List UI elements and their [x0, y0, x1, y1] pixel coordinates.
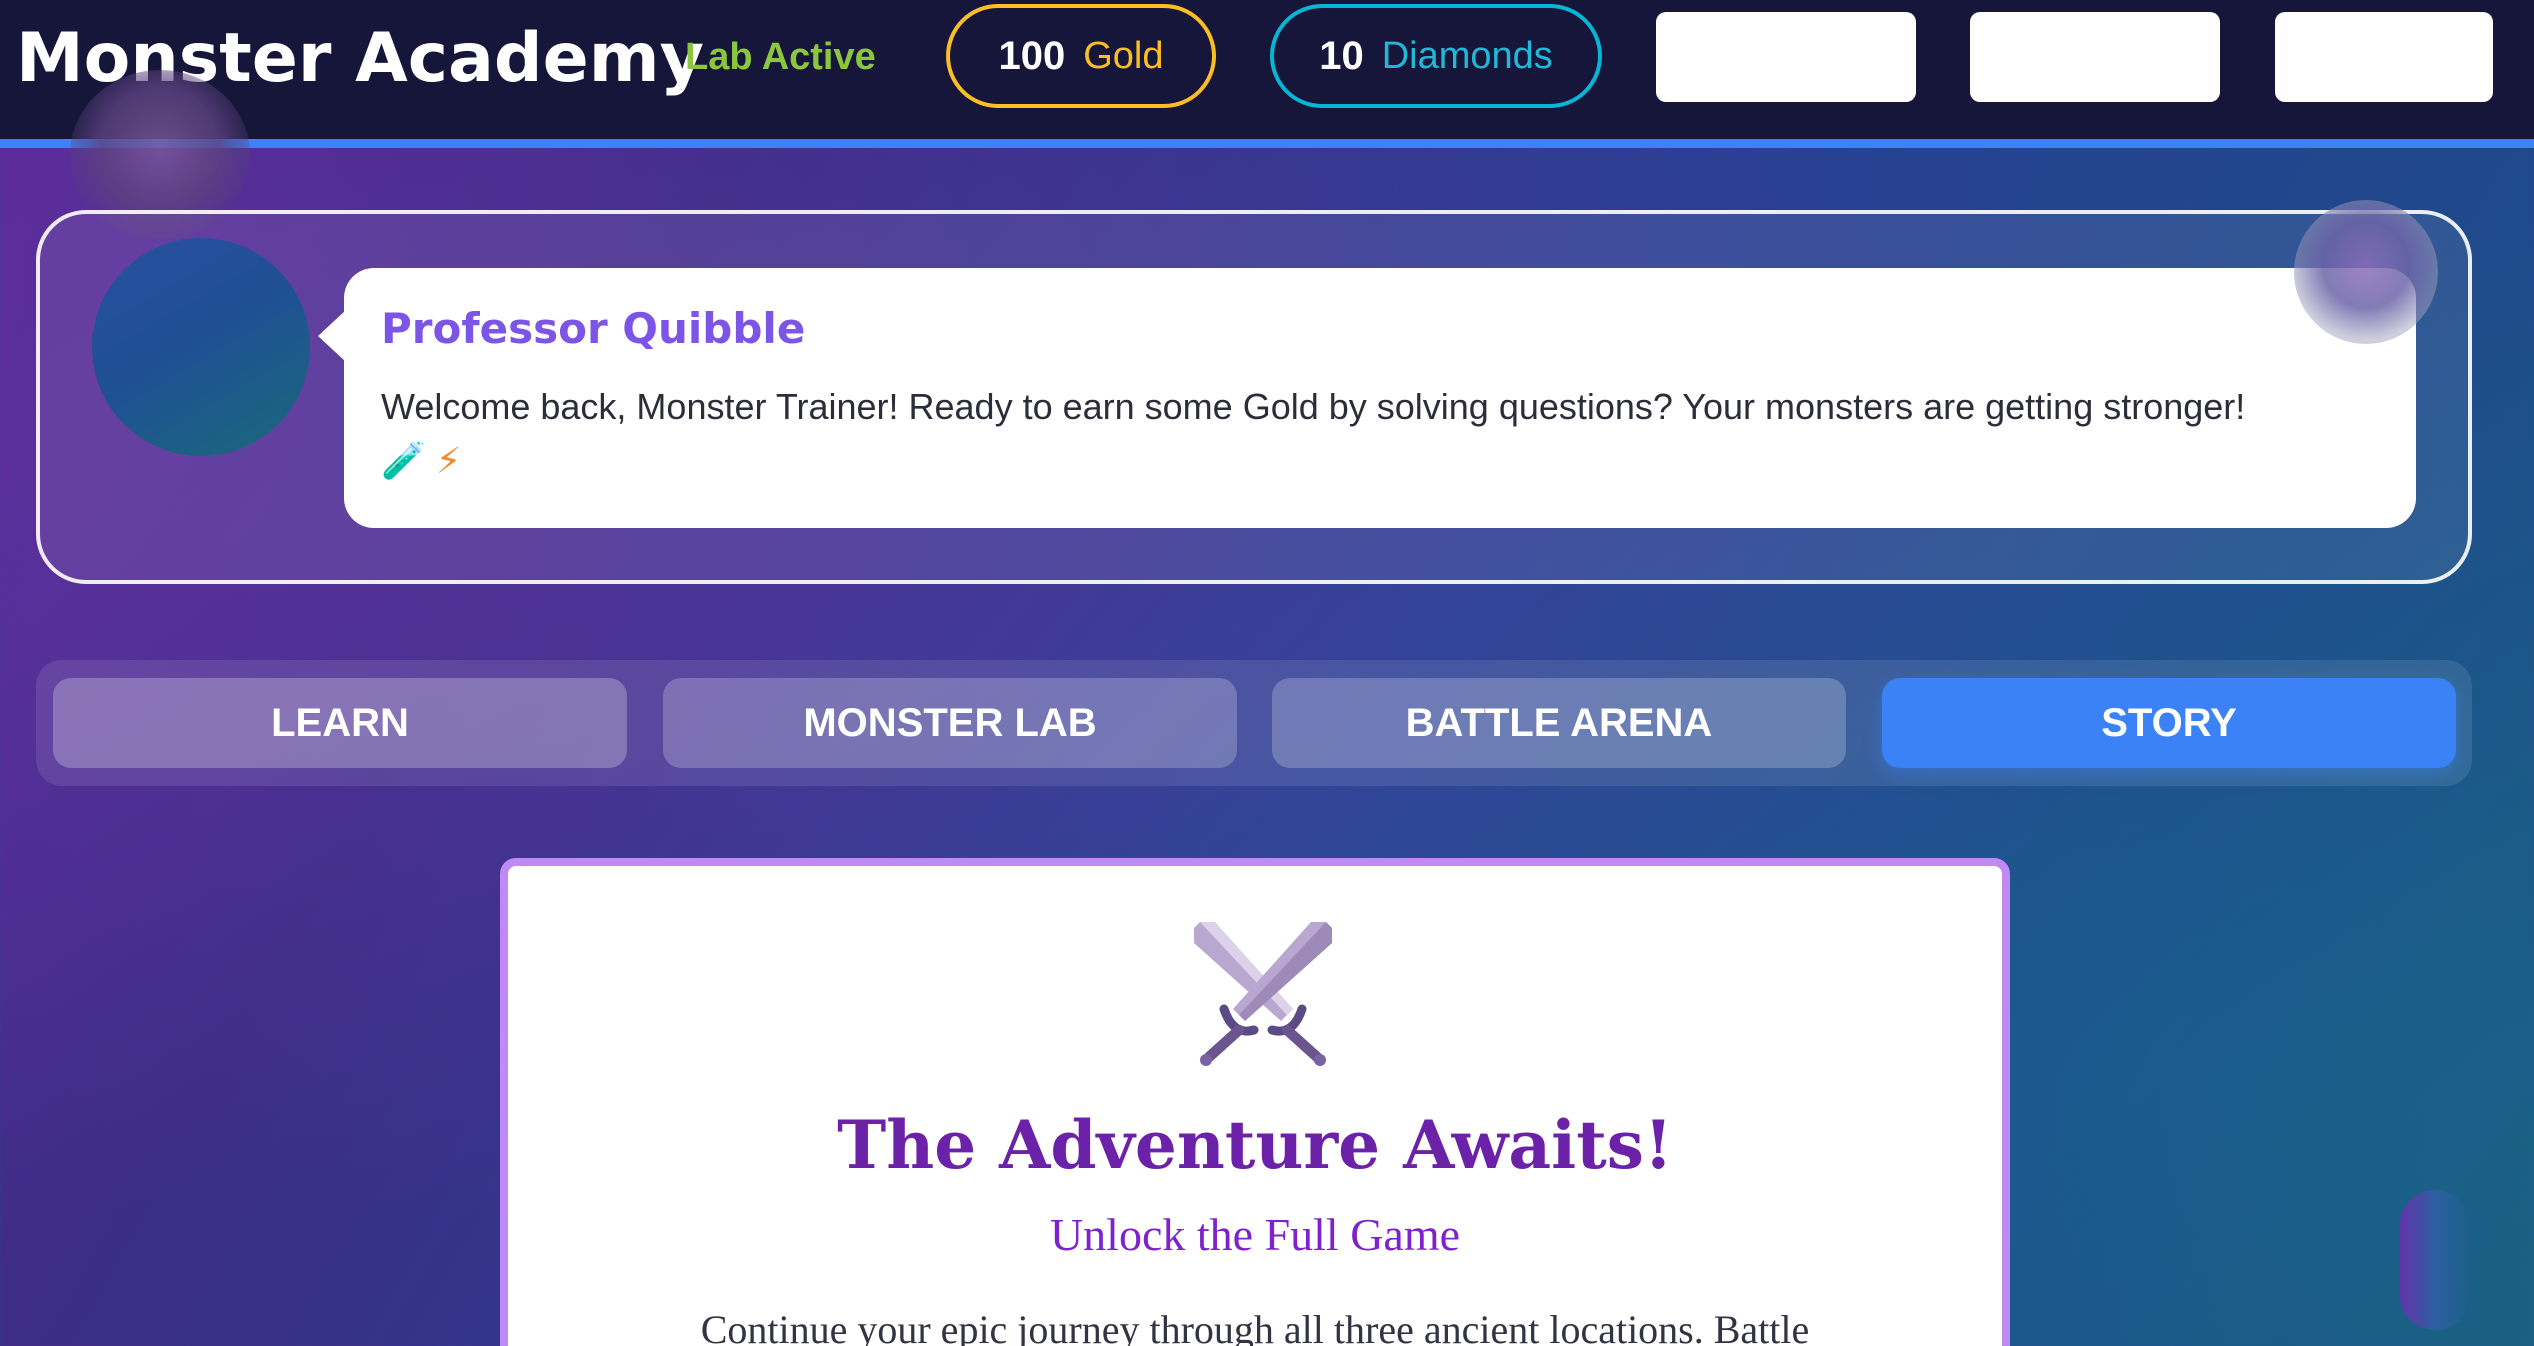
tab-story[interactable]: STORY: [1882, 678, 2456, 768]
tab-monster-lab[interactable]: MONSTER LAB: [663, 678, 1237, 768]
crossed-swords-icon: [1194, 922, 1332, 1066]
professor-avatar: [92, 238, 310, 456]
top-header: Monster Academy Lab Active 100 Gold 10 D…: [0, 0, 2534, 148]
story-unlock-card: The Adventure Awaits! Unlock the Full Ga…: [500, 858, 2010, 1346]
test-tube-icon: 🧪: [381, 441, 426, 482]
speech-bubble: Professor Quibble Welcome back, Monster …: [318, 268, 2416, 528]
diamond-label: Diamonds: [1381, 34, 1553, 77]
gold-label: Gold: [1083, 34, 1164, 77]
header-button-3[interactable]: [2275, 12, 2493, 102]
main-tabs: LEARN MONSTER LAB BATTLE ARENA STORY: [36, 660, 2472, 786]
diamond-counter: 10 Diamonds: [1270, 4, 1602, 108]
floating-capsule: [2400, 1190, 2470, 1330]
header-button-1[interactable]: [1656, 12, 1916, 102]
tab-battle-arena[interactable]: BATTLE ARENA: [1272, 678, 1846, 768]
professor-message: Welcome back, Monster Trainer! Ready to …: [381, 380, 2391, 489]
professor-message-text: Welcome back, Monster Trainer! Ready to …: [381, 386, 2246, 427]
story-card-body: Continue your epic journey through all t…: [700, 1307, 1810, 1346]
lightning-icon: ⚡: [435, 441, 462, 482]
header-button-2[interactable]: [1970, 12, 2220, 102]
gold-amount: 100: [998, 33, 1066, 78]
story-card-subtitle: Unlock the Full Game: [1049, 1209, 1461, 1260]
tab-learn[interactable]: LEARN: [53, 678, 627, 768]
floating-monster-avatar: [2294, 200, 2438, 344]
story-card-title: The Adventure Awaits!: [837, 1106, 1673, 1184]
diamond-amount: 10: [1319, 33, 1364, 78]
professor-name: Professor Quibble: [381, 304, 806, 353]
gold-counter: 100 Gold: [946, 4, 1216, 108]
lab-status-indicator: Lab Active: [685, 36, 876, 78]
